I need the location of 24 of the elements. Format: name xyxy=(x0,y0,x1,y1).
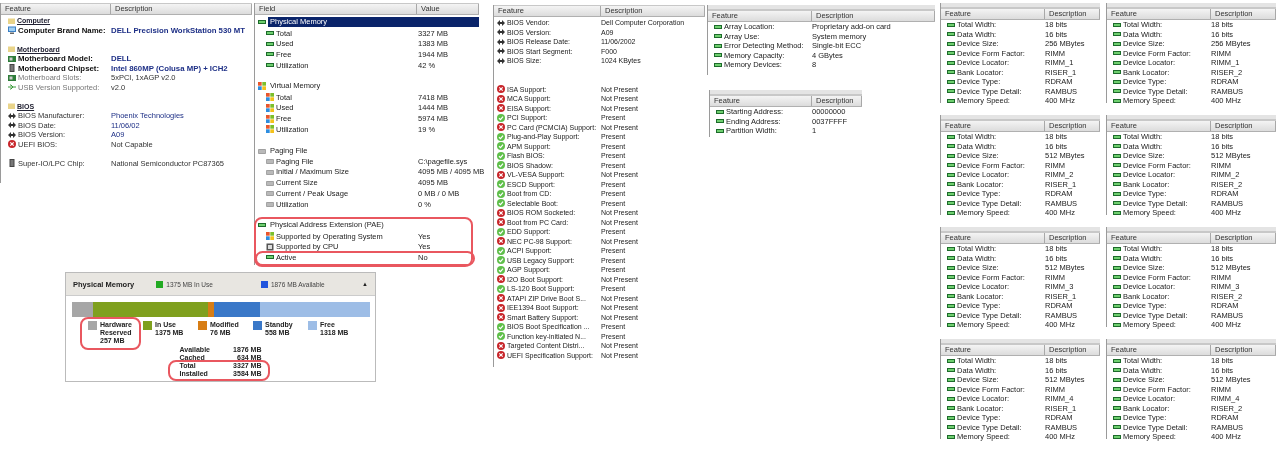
error-icon xyxy=(497,123,505,132)
memory-chip-icon xyxy=(258,18,266,27)
folder-icon xyxy=(8,103,15,110)
chip-icon xyxy=(8,159,16,168)
windows-flag-icon xyxy=(266,232,274,241)
error-icon xyxy=(497,275,505,284)
error-icon xyxy=(497,237,505,246)
error-icon xyxy=(8,140,16,149)
memory-chip-icon xyxy=(258,221,266,230)
folder-icon xyxy=(8,17,15,24)
windows-flag-icon xyxy=(266,114,274,123)
circuit-board-icon xyxy=(8,54,16,63)
windows-flag-icon xyxy=(258,82,266,91)
windows-flag-icon xyxy=(266,125,274,134)
circuit-board-icon xyxy=(8,73,16,82)
error-icon xyxy=(497,170,505,179)
chip-icon xyxy=(8,64,16,73)
monitor-icon xyxy=(8,26,16,35)
check-icon xyxy=(497,284,505,293)
processor-icon xyxy=(266,242,274,251)
usb-icon xyxy=(8,83,16,92)
folder-icon xyxy=(8,46,15,53)
check-icon xyxy=(497,113,505,122)
check-icon xyxy=(497,227,505,236)
